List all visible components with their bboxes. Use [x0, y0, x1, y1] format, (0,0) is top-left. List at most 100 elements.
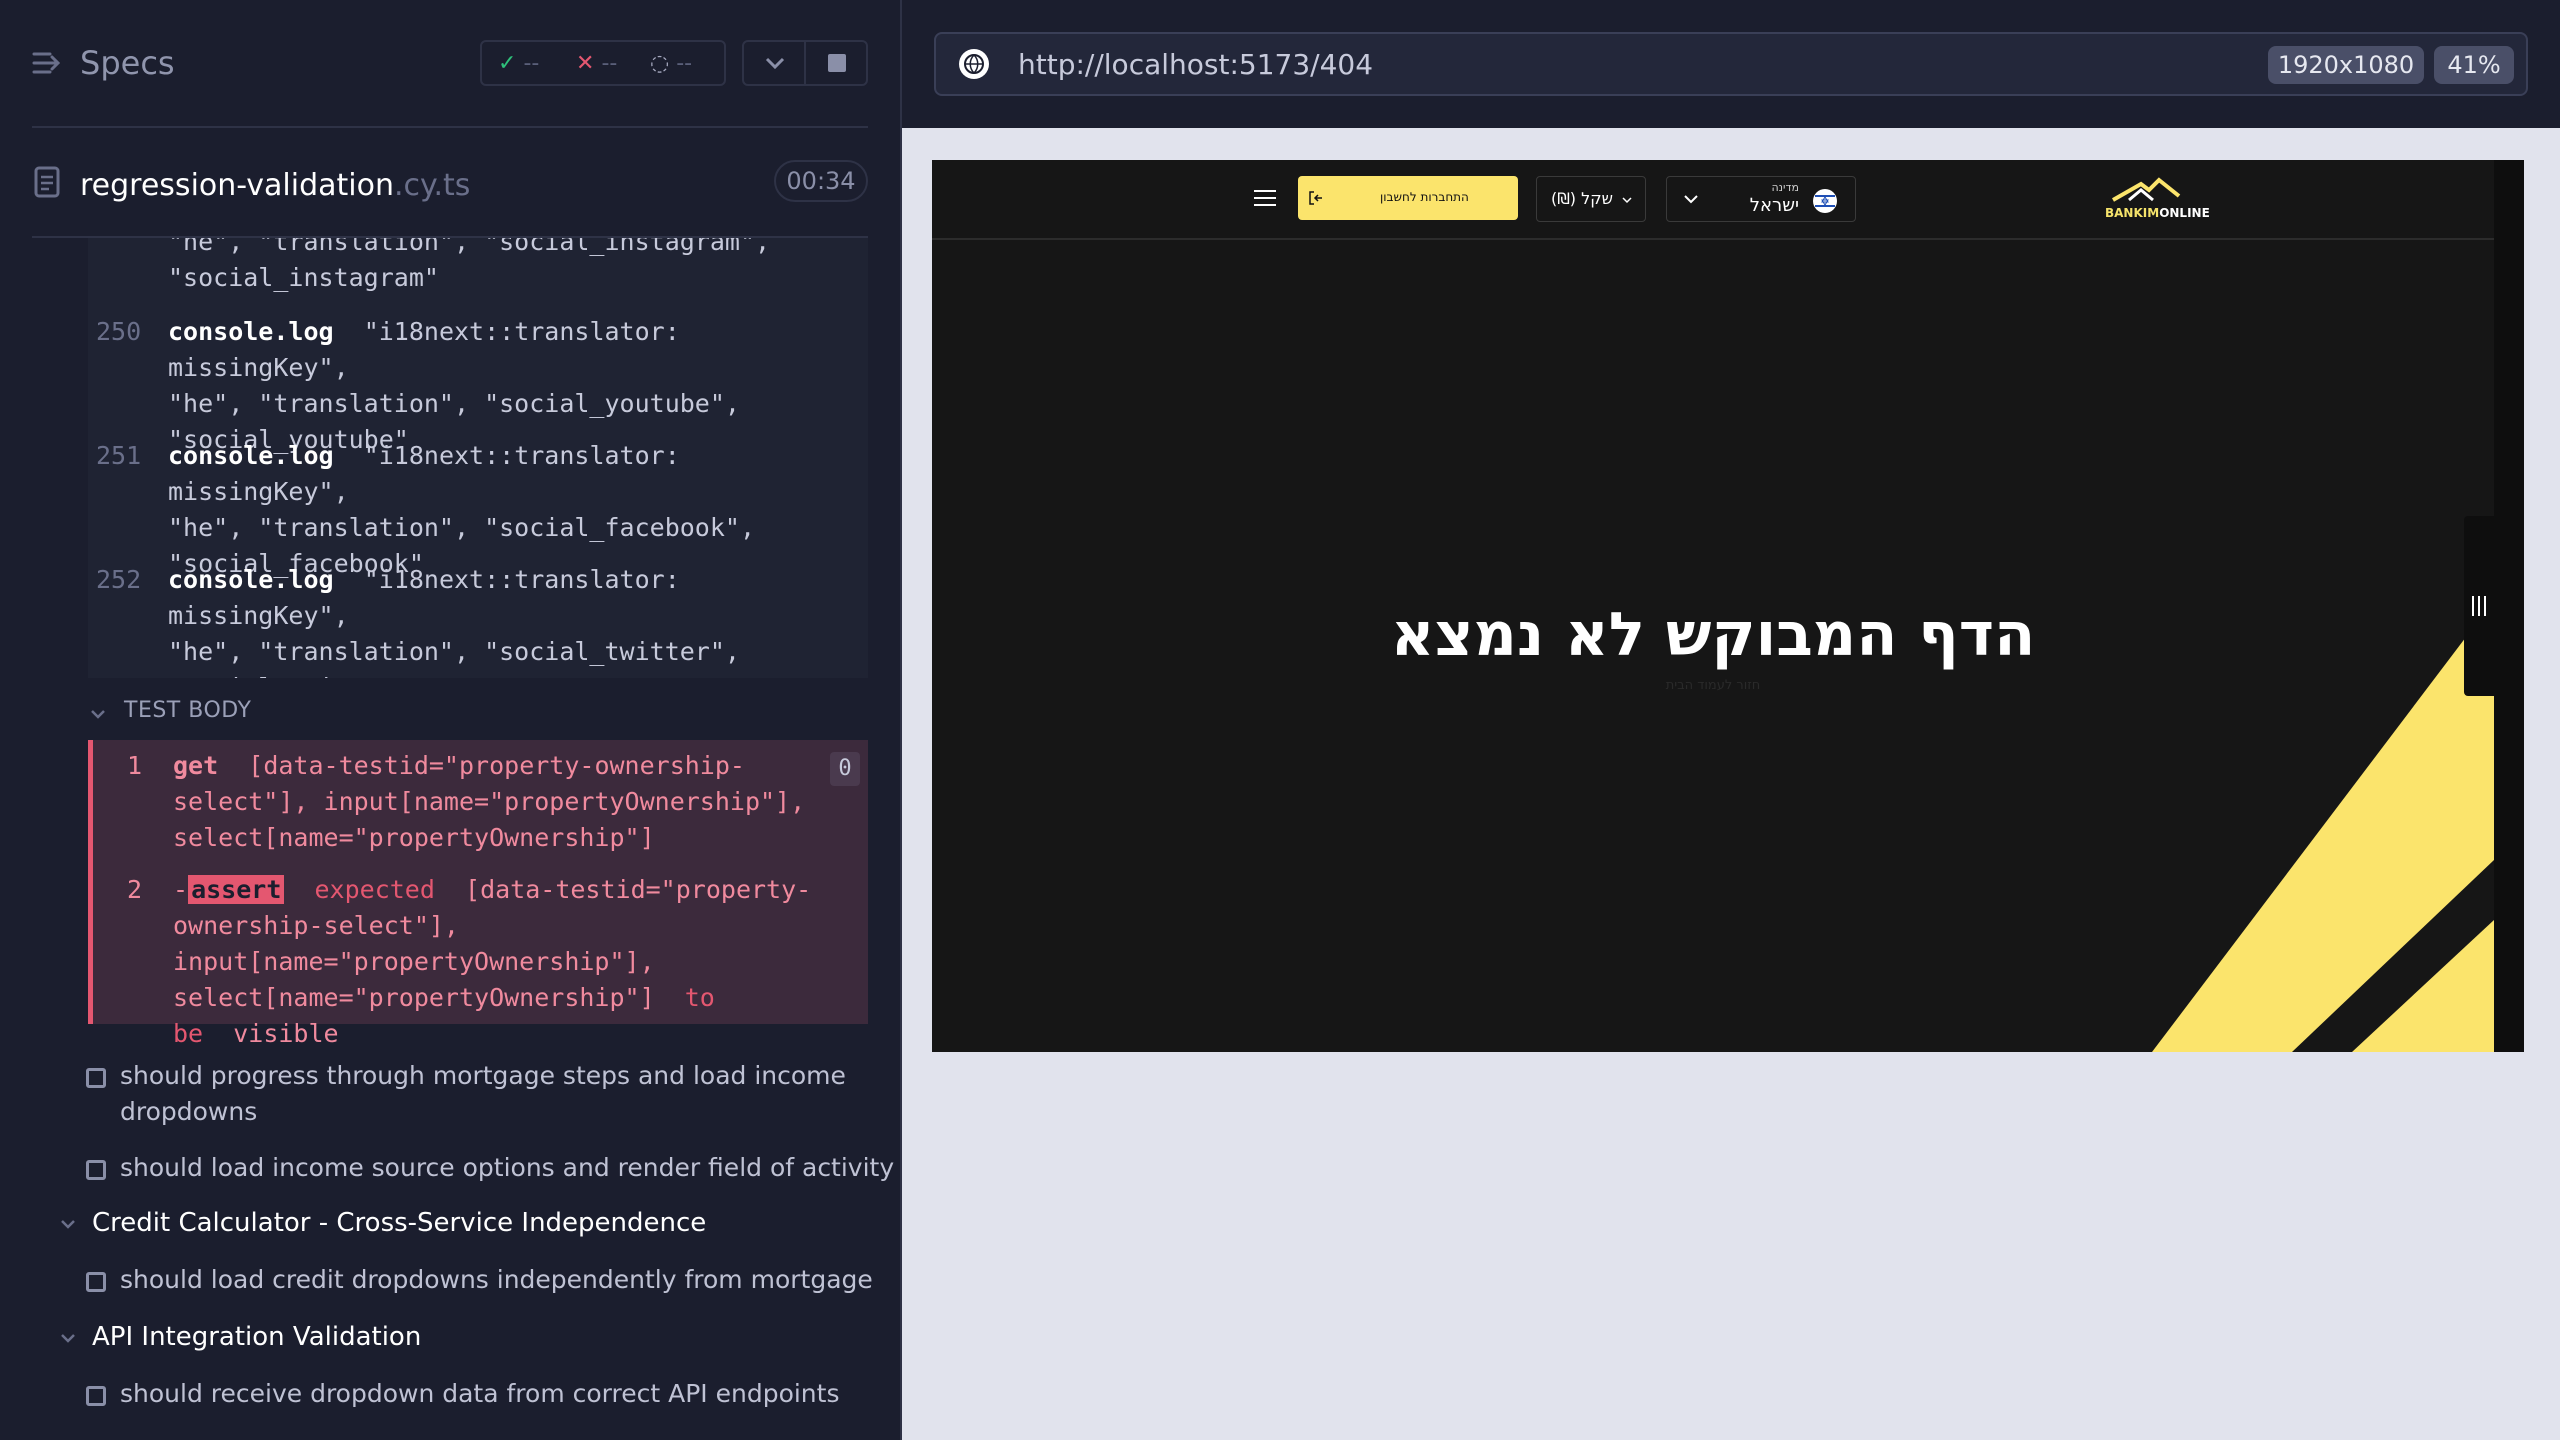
log-number: 251	[96, 441, 142, 470]
logo-text-part2: ONLINE	[2159, 206, 2210, 220]
logo-roof-icon	[2112, 177, 2181, 202]
command-line: ownership-select"],	[173, 911, 459, 940]
dropdown-button[interactable]	[742, 40, 806, 86]
zoom-badge[interactable]: 41%	[2434, 46, 2514, 84]
spec-file-name[interactable]: regression-validation.cy.ts	[80, 168, 470, 203]
pending-count: --	[676, 51, 693, 76]
menu-icon[interactable]	[1254, 190, 1276, 206]
country-select[interactable]: מדינה ישראל	[1666, 176, 1856, 222]
log-number: 250	[96, 317, 142, 346]
file-basename: regression-validation	[80, 168, 394, 203]
spec-file-row: regression-validation.cy.ts 00:34	[32, 158, 868, 208]
url-text: http://localhost:5173/404	[1018, 48, 1374, 81]
log-line: "he", "translation", "social_facebook",	[168, 513, 755, 542]
currency-select[interactable]: (₪) שקל	[1536, 176, 1646, 222]
spinner-icon: ◌	[650, 51, 670, 76]
viewport-size-badge[interactable]: 1920x1080	[2268, 46, 2424, 84]
command-number: 1	[127, 751, 143, 780]
country-label: מדינה	[1771, 181, 1799, 194]
stop-icon	[828, 54, 846, 72]
suite-title[interactable]: API Integration Validation	[92, 1322, 421, 1352]
suite-title[interactable]: Credit Calculator - Cross-Service Indepe…	[92, 1208, 706, 1238]
log-text: console.log "i18next::translator: missin…	[168, 314, 858, 458]
app-preview: BANKIMONLINE מדינה ישראל (₪) שקל התחברות…	[932, 160, 2524, 1052]
login-label: התחברות לחשבון	[1380, 190, 1469, 204]
command-text: get [data-testid="property-ownership- se…	[173, 748, 853, 856]
divider	[32, 126, 868, 128]
chevron-down-icon[interactable]	[88, 704, 108, 724]
file-icon	[34, 166, 60, 198]
test-label: should load credit dropdowns independent…	[120, 1265, 873, 1294]
test-status-icon	[86, 1068, 106, 1088]
chevron-down-icon[interactable]	[58, 1214, 78, 1234]
specs-title[interactable]: Specs	[80, 44, 175, 82]
command-line: [data-testid="property-ownership-	[248, 751, 745, 780]
chevron-down-icon[interactable]	[58, 1328, 78, 1348]
specs-header: Specs ✓ -- ✕ -- ◌ --	[32, 30, 868, 100]
command-line: select[name="propertyOwnership"]	[173, 983, 655, 1012]
command-line: select"], input[name="propertyOwnership"…	[173, 787, 806, 816]
failed-stat: ✕ --	[576, 51, 617, 76]
command-line: input[name="propertyOwnership"],	[173, 947, 655, 976]
visible-keyword: visible	[233, 1019, 339, 1048]
chevron-down-icon	[765, 57, 785, 70]
test-status-icon	[86, 1272, 106, 1292]
duration-timer: 00:34	[774, 160, 868, 202]
test-status-icon	[86, 1386, 106, 1406]
log-text: "he", "translation", "social_instagram",…	[168, 238, 858, 296]
command-line: select[name="propertyOwnership"]	[173, 823, 655, 852]
back-home-link[interactable]: חזור לעמוד הבית	[932, 678, 2494, 693]
log-command: console.log	[168, 317, 334, 346]
test-status-icon	[86, 1160, 106, 1180]
drawer-handle-icon	[2472, 596, 2486, 616]
log-line: "social_instagram"	[168, 263, 439, 292]
chevron-down-icon	[1684, 195, 1698, 204]
reporter-panel: Specs ✓ -- ✕ -- ◌ -- regression-validati…	[0, 0, 900, 1440]
country-name: ישראל	[1749, 195, 1799, 216]
check-icon: ✓	[498, 51, 517, 76]
passed-count: --	[523, 51, 540, 76]
log-text: console.log "i18next::translator: missin…	[168, 438, 858, 582]
x-icon: ✕	[576, 51, 595, 76]
test-label: should receive dropdown data from correc…	[120, 1379, 840, 1408]
top-navigation: BANKIMONLINE מדינה ישראל (₪) שקל התחברות…	[932, 160, 2494, 240]
browser-toolbar: http://localhost:5173/404 1920x1080 41%	[902, 0, 2560, 128]
assert-badge: assert	[188, 875, 285, 904]
pending-stat: ◌ --	[650, 51, 692, 76]
log-command: console.log	[168, 565, 334, 594]
chevron-down-icon	[1622, 197, 1632, 204]
file-extension: .cy.ts	[394, 168, 471, 203]
logo[interactable]: BANKIMONLINE	[2105, 177, 2210, 220]
log-command: console.log	[168, 441, 334, 470]
app-page: BANKIMONLINE מדינה ישראל (₪) שקל התחברות…	[932, 160, 2494, 1052]
test-label: should load income source options and re…	[120, 1153, 895, 1182]
side-drawer-tab[interactable]	[2464, 516, 2494, 696]
stop-button[interactable]	[804, 40, 868, 86]
test-label-line: dropdowns	[120, 1097, 258, 1126]
log-line: "he", "translation", "social_instagram",	[168, 238, 771, 256]
log-number: 252	[96, 565, 142, 594]
test-label-line: should progress through mortgage steps a…	[120, 1061, 846, 1090]
log-line: "social_twitter"	[168, 670, 858, 678]
preview-panel: http://localhost:5173/404 1920x1080 41% …	[902, 0, 2560, 1440]
not-found-title: הדף המבוקש לא נמצא	[1390, 600, 2036, 670]
collapse-specs-icon[interactable]	[32, 48, 62, 78]
test-body-commands: 0 1 get [data-testid="property-ownership…	[88, 740, 868, 1048]
command-prefix: -	[173, 875, 189, 904]
login-icon	[1309, 191, 1322, 205]
expected-keyword: expected	[314, 875, 435, 904]
test-body-label[interactable]: TEST BODY	[124, 698, 251, 723]
test-label: should progress through mortgage steps a…	[120, 1058, 900, 1130]
log-line: "he", "translation", "social_twitter",	[168, 637, 740, 666]
israel-flag-icon	[1813, 189, 1837, 213]
command-number: 2	[127, 875, 143, 904]
failed-count: --	[601, 51, 618, 76]
command-text: - assert expected [data-testid="property-…	[173, 872, 853, 1052]
command-line: [data-testid="property-	[465, 875, 812, 904]
login-button[interactable]: התחברות לחשבון	[1298, 176, 1518, 220]
url-bar[interactable]: http://localhost:5173/404 1920x1080 41%	[934, 32, 2528, 96]
currency-label: (₪) שקל	[1551, 189, 1613, 208]
globe-icon	[959, 49, 989, 79]
app-scrollbar[interactable]	[2494, 160, 2524, 1052]
passed-stat: ✓ --	[498, 51, 539, 76]
